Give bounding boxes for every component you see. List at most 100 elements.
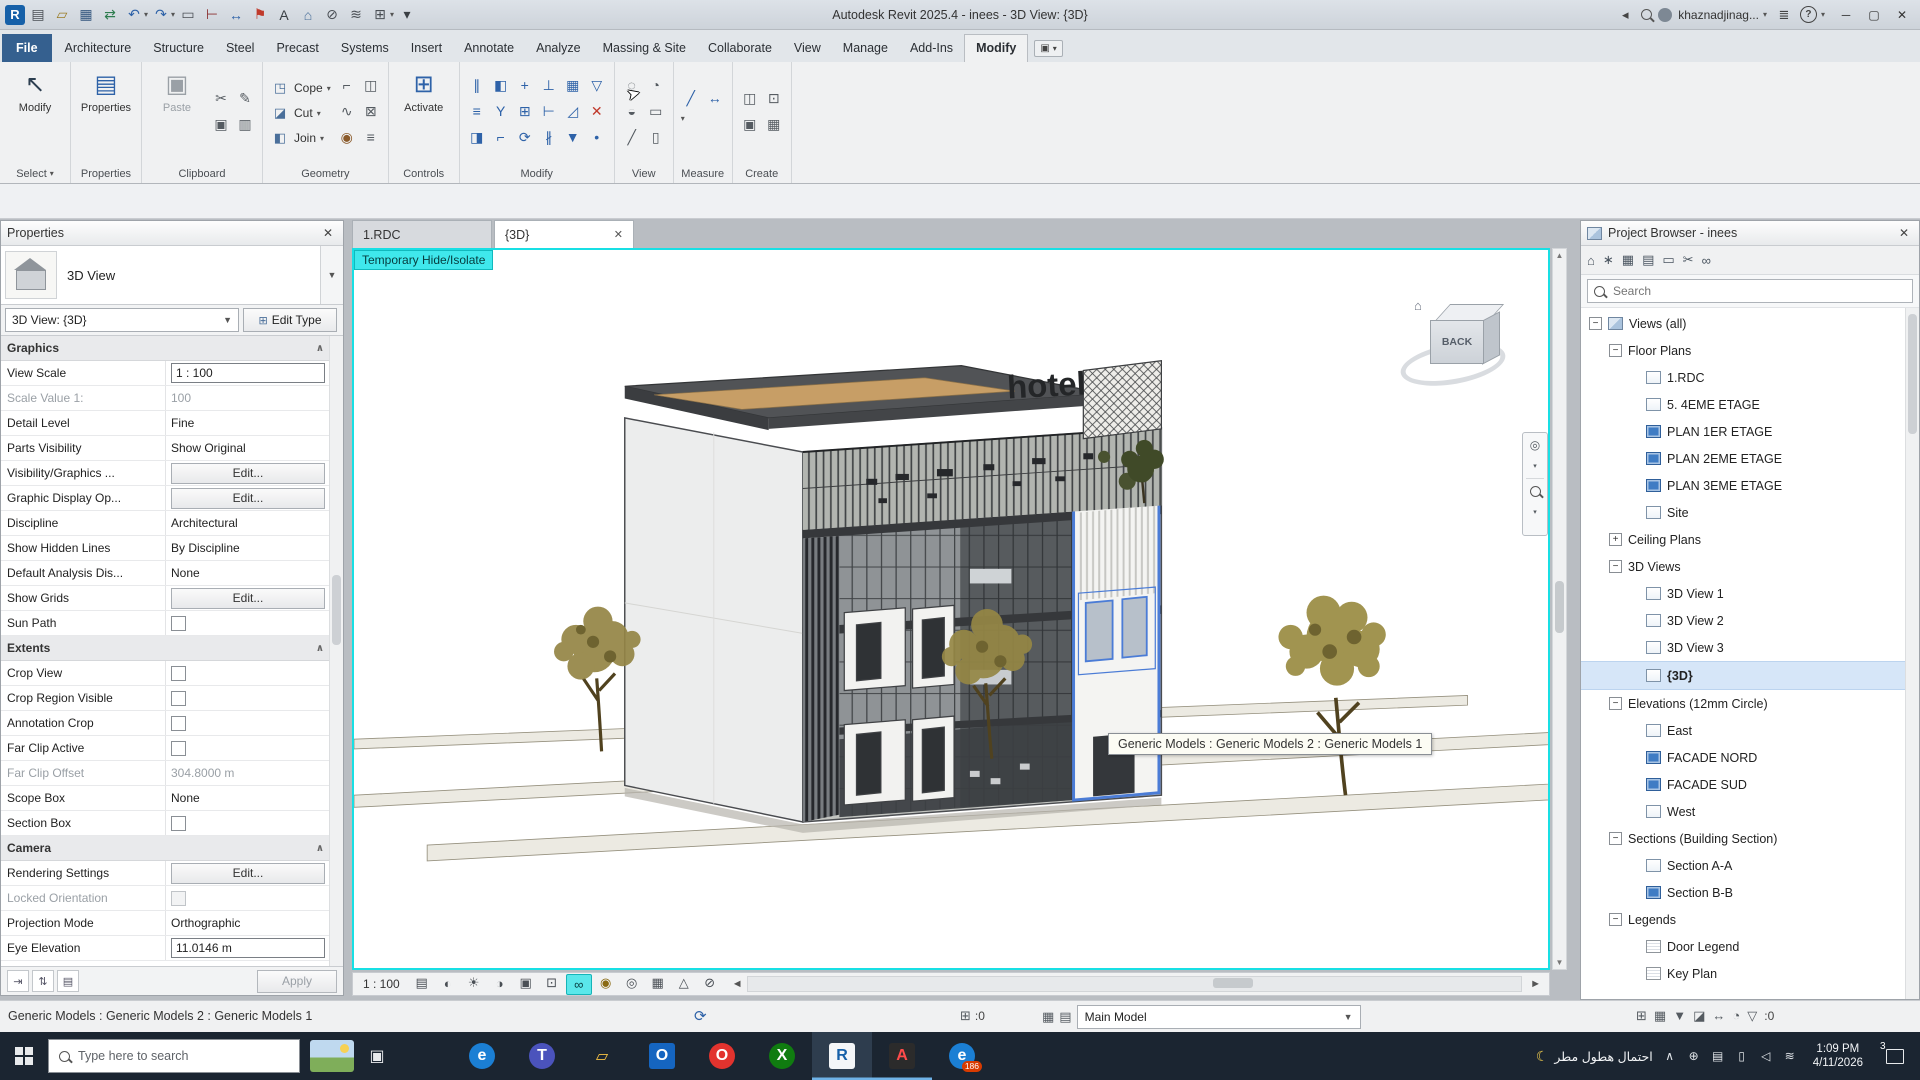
prop-row-scale-value-1-[interactable]: Scale Value 1:100 bbox=[1, 386, 330, 411]
section-icon[interactable]: ⊘ bbox=[321, 4, 343, 26]
pb-project-icon[interactable]: ⌂ bbox=[1587, 253, 1595, 268]
mirror-pick-axis-icon[interactable]: ◨ bbox=[467, 127, 487, 147]
split-face-icon[interactable]: ◫ bbox=[361, 75, 381, 95]
cut-geometry-tool[interactable]: ◪Cut▾ bbox=[270, 102, 331, 124]
analytical-model-icon[interactable]: △ bbox=[672, 974, 696, 993]
type-selector[interactable]: 3D View ▼ bbox=[1, 246, 343, 305]
align-icon[interactable]: ∥ bbox=[467, 75, 487, 95]
active-workset-combo[interactable]: Main Model ▼ bbox=[1077, 1005, 1361, 1029]
modify-more-icon[interactable]: • bbox=[587, 127, 607, 147]
geometry-more-icon[interactable]: ≡ bbox=[361, 127, 381, 147]
scroll-left-arrow[interactable]: ◄ bbox=[732, 978, 743, 990]
group-graphics[interactable]: Graphics∧ bbox=[1, 336, 330, 361]
start-button[interactable] bbox=[0, 1032, 48, 1080]
select-underlay-toggle[interactable]: ▦ bbox=[1654, 1008, 1666, 1024]
offset-geometry-icon[interactable]: ⌐ bbox=[337, 75, 357, 95]
prop-value[interactable] bbox=[166, 811, 330, 835]
default-3d-view-icon[interactable]: ⌂ bbox=[297, 4, 319, 26]
match-type-icon[interactable]: ✎ bbox=[235, 88, 255, 108]
tree-item--3d-[interactable]: {3D} bbox=[1581, 661, 1906, 690]
selected-generic-model[interactable] bbox=[1074, 502, 1159, 800]
expander-icon[interactable]: − bbox=[1609, 560, 1622, 573]
temporary-hide-isolate-banner[interactable]: Temporary Hide/Isolate bbox=[354, 250, 493, 270]
trim-multiple-icon[interactable]: ⊢ bbox=[539, 101, 559, 121]
view-scale-button[interactable]: 1 : 100 bbox=[357, 977, 410, 991]
prop-row-show-hidden-lines[interactable]: Show Hidden LinesBy Discipline bbox=[1, 536, 330, 561]
taskbar-search[interactable]: Type here to search bbox=[48, 1039, 300, 1073]
prop-row-far-clip-offset[interactable]: Far Clip Offset304.8000 m bbox=[1, 761, 330, 786]
cut-profile-icon[interactable]: ◔ bbox=[646, 75, 666, 95]
prop-value[interactable]: 1 : 100 bbox=[166, 361, 330, 385]
select-pinned-toggle[interactable]: ▼ bbox=[1673, 1008, 1686, 1024]
create-panel-label[interactable]: Create bbox=[733, 164, 791, 183]
tree-item-door-legend[interactable]: Door Legend bbox=[1581, 933, 1906, 960]
open-icon[interactable]: ▱ bbox=[51, 4, 73, 26]
prop-value[interactable]: Fine bbox=[166, 411, 330, 435]
temporary-view-properties-icon[interactable]: ▦ bbox=[646, 974, 670, 993]
create-similar-icon[interactable]: ⊡ bbox=[764, 88, 784, 108]
prop-row-view-scale[interactable]: View Scale1 : 100 bbox=[1, 361, 330, 386]
join-tool[interactable]: ◧Join▾ bbox=[270, 127, 331, 149]
prop-value[interactable]: 304.8000 m bbox=[166, 761, 330, 785]
paint-icon[interactable]: ◉ bbox=[337, 127, 357, 147]
expander-icon[interactable]: − bbox=[1609, 344, 1622, 357]
trim-corner-icon[interactable]: ⌐ bbox=[491, 127, 511, 147]
drag-on-selection-toggle[interactable]: ↔ bbox=[1712, 1008, 1725, 1024]
move-icon[interactable]: + bbox=[515, 75, 535, 95]
prop-row-crop-view[interactable]: Crop View bbox=[1, 661, 330, 686]
array-icon[interactable]: ▦ bbox=[563, 75, 583, 95]
tree-item-3d-views[interactable]: −3D Views bbox=[1581, 553, 1906, 580]
canvas-vertical-scrollbar[interactable]: ▲ ▼ bbox=[1552, 248, 1567, 970]
cope-tool[interactable]: ◳Cope▾ bbox=[270, 77, 331, 99]
prop-row-parts-visibility[interactable]: Parts VisibilityShow Original bbox=[1, 436, 330, 461]
taskbar-revit-button[interactable]: R bbox=[812, 1032, 872, 1080]
tree-item-3d-view-3[interactable]: 3D View 3 bbox=[1581, 634, 1906, 661]
tree-item-5-4eme-etage[interactable]: 5. 4EME ETAGE bbox=[1581, 391, 1906, 418]
properties-close-icon[interactable]: ✕ bbox=[319, 226, 337, 240]
pb-link-icon[interactable]: ∞ bbox=[1702, 253, 1711, 268]
prop-row-visibility-graphics-[interactable]: Visibility/Graphics ...Edit... bbox=[1, 461, 330, 486]
pb-grid-icon[interactable]: ▦ bbox=[1622, 252, 1634, 268]
prop-value[interactable] bbox=[166, 661, 330, 685]
taskbar-edge-button[interactable]: e bbox=[452, 1032, 512, 1080]
tray-wifi-icon[interactable]: ≋ bbox=[1782, 1049, 1798, 1063]
prop-row-locked-orientation[interactable]: Locked Orientation bbox=[1, 886, 330, 911]
copy-clipboard-icon[interactable]: ▣ bbox=[211, 114, 231, 134]
pb-clip-icon[interactable]: ✂ bbox=[1683, 252, 1694, 268]
taskbar-xbox-button[interactable]: X bbox=[752, 1032, 812, 1080]
expander-icon[interactable]: − bbox=[1589, 317, 1602, 330]
help-caret-icon[interactable]: ▾ bbox=[1821, 10, 1825, 19]
prop-row-rendering-settings[interactable]: Rendering SettingsEdit... bbox=[1, 861, 330, 886]
create-group-icon[interactable]: ▣ bbox=[740, 114, 760, 134]
thin-lines-icon[interactable]: ≋ bbox=[345, 4, 367, 26]
taskbar-edge-mail-button[interactable]: e186 bbox=[932, 1032, 992, 1080]
user-caret-icon[interactable]: ▾ bbox=[1763, 10, 1767, 19]
revit-logo-icon[interactable]: R bbox=[5, 5, 25, 25]
scroll-right-arrow[interactable]: ► bbox=[1526, 978, 1545, 990]
crop-region-icon[interactable]: ⊡ bbox=[540, 974, 564, 993]
prop-row-section-box[interactable]: Section Box bbox=[1, 811, 330, 836]
view-instance-combo[interactable]: 3D View: {3D} ▼ bbox=[5, 308, 239, 332]
prop-row-show-grids[interactable]: Show GridsEdit... bbox=[1, 586, 330, 611]
temporary-hide-isolate-icon[interactable]: ∞ bbox=[566, 974, 592, 995]
close-view-tab-icon[interactable]: ✕ bbox=[614, 228, 623, 241]
minimize-button[interactable]: ─ bbox=[1832, 4, 1860, 26]
scroll-down-arrow[interactable]: ▼ bbox=[1553, 956, 1566, 969]
background-processes-icon[interactable]: ◔ bbox=[1732, 1008, 1740, 1024]
prop-value[interactable]: Architectural bbox=[166, 511, 330, 535]
prop-value[interactable]: 11.0146 m bbox=[166, 936, 330, 960]
prop-value[interactable] bbox=[166, 886, 330, 910]
full-navigation-wheel-icon[interactable]: ◎ bbox=[1526, 436, 1544, 454]
prop-row-discipline[interactable]: DisciplineArchitectural bbox=[1, 511, 330, 536]
tree-item-site[interactable]: Site bbox=[1581, 499, 1906, 526]
tree-item-floor-plans[interactable]: −Floor Plans bbox=[1581, 337, 1906, 364]
delete-icon[interactable]: ✕ bbox=[587, 101, 607, 121]
building-model[interactable]: hotel bbox=[625, 361, 1164, 822]
edit-type-button[interactable]: ⊞ Edit Type bbox=[243, 308, 337, 332]
tab-file[interactable]: File bbox=[2, 34, 52, 62]
tab-precast[interactable]: Precast bbox=[265, 35, 329, 62]
help-icon[interactable]: ? bbox=[1800, 6, 1817, 23]
select-links-toggle[interactable]: ⊞ bbox=[1636, 1008, 1647, 1024]
tab-annotate[interactable]: Annotate bbox=[453, 35, 525, 62]
tree-item-plan-3eme-etage[interactable]: PLAN 3EME ETAGE bbox=[1581, 472, 1906, 499]
